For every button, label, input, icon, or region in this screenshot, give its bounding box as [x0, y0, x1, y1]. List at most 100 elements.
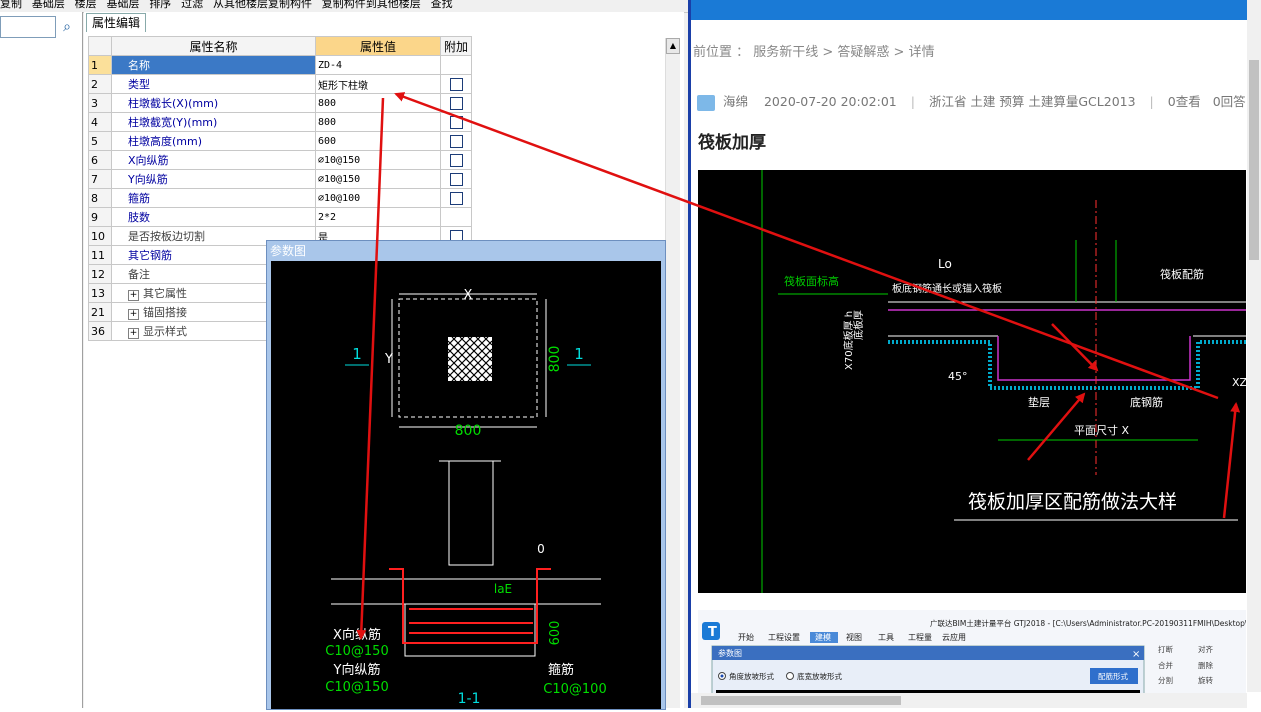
property-value-cell[interactable]: 800	[315, 93, 441, 113]
param-dialog-titlebar	[712, 646, 1144, 660]
rebar-profile	[997, 336, 1191, 381]
row-number: 5	[88, 131, 112, 151]
column-section	[448, 461, 494, 566]
bottom-bar-label: 底钢筋	[1130, 395, 1163, 409]
separator: |	[910, 94, 915, 109]
question-tags: 浙江省 土建 预算 土建算量GCL2013	[928, 94, 1136, 109]
expand-icon[interactable]: +	[128, 290, 139, 301]
window-title: 参数图	[270, 244, 307, 258]
table-row[interactable]: 6 X向纵筋 ⌀10@150	[88, 150, 472, 170]
row-number: 6	[88, 150, 112, 170]
attach-cell	[440, 93, 472, 113]
tool-split[interactable]: 分割	[1158, 675, 1173, 685]
stirrup-value: C10@100	[543, 682, 606, 697]
tool-merge[interactable]: 合并	[1158, 660, 1174, 670]
tool-rotate[interactable]: 旋转	[1198, 675, 1214, 685]
attach-checkbox[interactable]	[449, 172, 463, 186]
tool-align[interactable]: 对齐	[1198, 644, 1214, 654]
table-row[interactable]: 9 肢数 2*2	[88, 207, 472, 227]
toolbar-item[interactable]: 复制	[0, 0, 22, 10]
group-label: 显示样式	[143, 325, 187, 338]
toolbar-item[interactable]: 查找	[431, 0, 453, 10]
table-row[interactable]: 1 名称 ZD-4	[88, 55, 472, 75]
toolbar-item[interactable]: 过滤	[181, 0, 203, 10]
raft-rebar-label: 筏板配筋	[1160, 267, 1204, 281]
qa-web-page: 前位置 ： 服务新干线 > 答疑解惑 > 详情 海绵 2020-07-20 20…	[691, 0, 1261, 708]
property-name-cell: 名称	[111, 55, 316, 75]
menu-project-settings[interactable]: 工程设置	[768, 632, 800, 642]
tool-break[interactable]: 打断	[1158, 644, 1174, 654]
property-value-cell[interactable]: 2*2	[315, 207, 441, 227]
row-number: 3	[88, 93, 112, 113]
menu-tools[interactable]: 工具	[878, 633, 894, 642]
property-name-cell: 肢数	[111, 207, 316, 227]
attach-checkbox[interactable]	[449, 77, 463, 91]
x-bar-label: X向纵筋	[333, 627, 381, 643]
search-input[interactable]	[0, 16, 56, 38]
row-number: 13	[88, 283, 112, 303]
table-row[interactable]: 7 Y向纵筋 ⌀10@150	[88, 169, 472, 189]
attach-checkbox[interactable]	[449, 134, 463, 148]
row-number: 21	[88, 302, 112, 322]
table-row[interactable]: 8 箍筋 ⌀10@100	[88, 188, 472, 208]
question-title: 筏板加厚	[698, 133, 766, 153]
property-value-cell[interactable]: 800	[315, 112, 441, 132]
attach-cell	[440, 112, 472, 132]
attach-cell	[440, 131, 472, 151]
page-hscroll-thumb[interactable]	[701, 696, 901, 705]
attach-checkbox[interactable]	[449, 191, 463, 205]
expand-icon[interactable]: +	[128, 309, 139, 320]
pier-outline	[404, 603, 536, 657]
table-row[interactable]: 5 柱墩高度(mm) 600	[88, 131, 472, 151]
toolbar-item[interactable]: 排序	[149, 0, 171, 10]
property-name-cell: X向纵筋	[111, 150, 316, 170]
property-value-cell[interactable]: ZD-4	[315, 55, 441, 75]
scroll-up-icon[interactable]: ▲	[666, 38, 680, 54]
dim-800-right: 800	[547, 346, 563, 373]
property-name-cell: 柱墩截宽(Y)(mm)	[111, 112, 316, 132]
author-name[interactable]: 海绵	[723, 94, 748, 109]
menu-quantity[interactable]: 工程量	[908, 633, 932, 642]
menu-model[interactable]: 建模	[815, 632, 831, 642]
tool-delete[interactable]: 删除	[1198, 660, 1214, 670]
property-value-cell[interactable]: 矩形下柱墩	[315, 74, 441, 94]
radio-angle-label: 角度放坡形式	[729, 671, 774, 681]
property-value-cell[interactable]: 600	[315, 131, 441, 151]
table-row[interactable]: 4 柱墩截宽(Y)(mm) 800	[88, 112, 472, 132]
tab-property-edit[interactable]: 属性编辑	[86, 13, 146, 32]
expand-icon[interactable]: +	[128, 328, 139, 339]
group-label: 锚固搭接	[143, 306, 187, 319]
page-scroll-thumb[interactable]	[1249, 60, 1259, 260]
property-value-cell[interactable]: ⌀10@150	[315, 150, 441, 170]
radio-bottom-width[interactable]	[786, 672, 794, 680]
table-row[interactable]: 3 柱墩截长(X)(mm) 800	[88, 93, 472, 113]
menu-start[interactable]: 开始	[738, 632, 754, 642]
property-name-header: 属性名称	[111, 36, 316, 56]
component-tree-panel	[0, 12, 83, 708]
toolbar-item[interactable]: 楼层	[75, 0, 97, 10]
property-value-cell[interactable]: ⌀10@100	[315, 188, 441, 208]
site-header-bar	[691, 0, 1247, 20]
attach-checkbox[interactable]	[449, 153, 463, 167]
close-icon[interactable]: ×	[1132, 649, 1140, 660]
view-count: 0查看	[1167, 94, 1201, 109]
breadcrumb[interactable]: 前位置 ： 服务新干线 > 答疑解惑 > 详情	[693, 41, 935, 60]
menu-cloud[interactable]: 云应用	[942, 632, 966, 642]
attach-checkbox[interactable]	[449, 115, 463, 129]
x-bar-value: C10@150	[325, 644, 388, 659]
toolbar-item[interactable]: 复制构件到其他楼层	[322, 0, 421, 10]
label-lae: laE	[494, 582, 512, 596]
row-number: 10	[88, 226, 112, 246]
toolbar-item[interactable]: 从其他楼层复制构件	[213, 0, 312, 10]
raft-top-label: 筏板面标高	[784, 274, 839, 288]
toolbar-item[interactable]: 基础层	[32, 0, 65, 10]
toolbar-item[interactable]: 基础层	[106, 0, 139, 10]
vertical-scrollbar[interactable]	[665, 38, 680, 708]
attach-checkbox[interactable]	[449, 96, 463, 110]
search-icon[interactable]: ⌕	[56, 16, 78, 38]
table-row[interactable]: 2 类型 矩形下柱墩	[88, 74, 472, 94]
embedded-screenshot-svg: T 广联达BIM土建计量平台 GTJ2018 - [C:\Users\Admin…	[702, 618, 1246, 700]
menu-view[interactable]: 视图	[846, 632, 862, 642]
property-value-cell[interactable]: ⌀10@150	[315, 169, 441, 189]
cushion-label: 垫层	[1028, 395, 1050, 409]
